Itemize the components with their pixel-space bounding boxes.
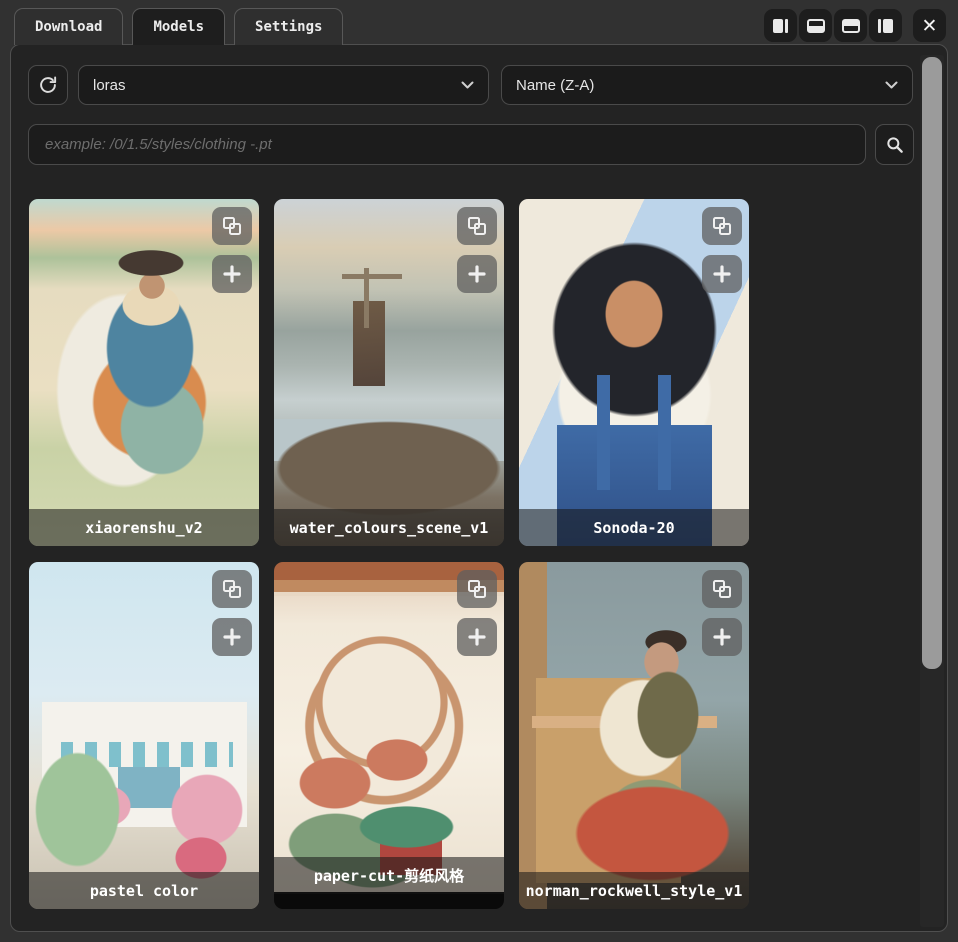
tab-download[interactable]: Download (14, 8, 123, 45)
refresh-button[interactable] (28, 65, 68, 105)
dock-left-button[interactable] (764, 9, 797, 42)
card-actions (457, 207, 497, 293)
model-name: xiaorenshu_v2 (29, 509, 259, 546)
search-button[interactable] (875, 124, 914, 165)
model-name: pastel color (29, 872, 259, 909)
model-type-value: loras (93, 77, 126, 94)
add-model-button[interactable] (457, 618, 497, 656)
model-card[interactable]: Sonoda-20 (519, 199, 749, 546)
copy-model-button[interactable] (212, 570, 252, 608)
copy-model-button[interactable] (457, 570, 497, 608)
scrollbar-track (920, 55, 944, 927)
model-name: Sonoda-20 (519, 509, 749, 546)
copy-model-button[interactable] (457, 207, 497, 245)
card-actions (457, 570, 497, 656)
search-input[interactable] (28, 124, 866, 165)
model-card[interactable]: pastel color (29, 562, 259, 909)
window-controls: ✕ (764, 9, 946, 42)
split-right-icon (878, 19, 893, 33)
plus-icon (712, 264, 732, 284)
copy-icon (711, 578, 733, 600)
dock-right-button[interactable] (869, 9, 902, 42)
copy-icon (221, 215, 243, 237)
model-card[interactable]: water_colours_scene_v1 (274, 199, 504, 546)
models-panel: loras Name (Z-A) (10, 44, 948, 932)
split-bottom-icon (807, 19, 825, 33)
plus-icon (467, 264, 487, 284)
copy-model-button[interactable] (212, 207, 252, 245)
model-card[interactable]: xiaorenshu_v2 (29, 199, 259, 546)
card-actions (212, 207, 252, 293)
dock-bottom-button[interactable] (799, 9, 832, 42)
model-name: water_colours_scene_v1 (274, 509, 504, 546)
model-name: norman_rockwell_style_v1 (519, 872, 749, 909)
model-card[interactable]: norman_rockwell_style_v1 (519, 562, 749, 909)
dock-top-button[interactable] (834, 9, 867, 42)
split-top-icon (842, 19, 860, 33)
add-model-button[interactable] (702, 618, 742, 656)
model-type-select[interactable]: loras (78, 65, 489, 105)
split-left-icon (773, 19, 788, 33)
sort-order-value: Name (Z-A) (516, 77, 594, 94)
model-card[interactable]: paper-cut-剪纸风格 (274, 562, 504, 909)
plus-icon (712, 627, 732, 647)
scrollbar-thumb[interactable] (922, 57, 942, 669)
chevron-down-icon (461, 81, 474, 90)
copy-icon (466, 215, 488, 237)
add-model-button[interactable] (457, 255, 497, 293)
copy-model-button[interactable] (702, 207, 742, 245)
copy-icon (466, 578, 488, 600)
tab-bar: Download Models Settings (14, 8, 343, 45)
plus-icon (222, 627, 242, 647)
model-card-grid: xiaorenshu_v2 water_colours_scene_v1 (29, 199, 774, 909)
plus-icon (222, 264, 242, 284)
model-name: paper-cut-剪纸风格 (274, 857, 504, 894)
chevron-down-icon (885, 81, 898, 90)
card-actions (212, 570, 252, 656)
add-model-button[interactable] (212, 255, 252, 293)
plus-icon (467, 627, 487, 647)
add-model-button[interactable] (212, 618, 252, 656)
tab-models[interactable]: Models (132, 8, 225, 45)
card-actions (702, 207, 742, 293)
copy-icon (221, 578, 243, 600)
refresh-icon (37, 74, 59, 96)
search-icon (885, 135, 905, 155)
copy-model-button[interactable] (702, 570, 742, 608)
tab-settings[interactable]: Settings (234, 8, 343, 45)
sort-order-select[interactable]: Name (Z-A) (501, 65, 913, 105)
copy-icon (711, 215, 733, 237)
card-actions (702, 570, 742, 656)
close-button[interactable]: ✕ (913, 9, 946, 42)
add-model-button[interactable] (702, 255, 742, 293)
